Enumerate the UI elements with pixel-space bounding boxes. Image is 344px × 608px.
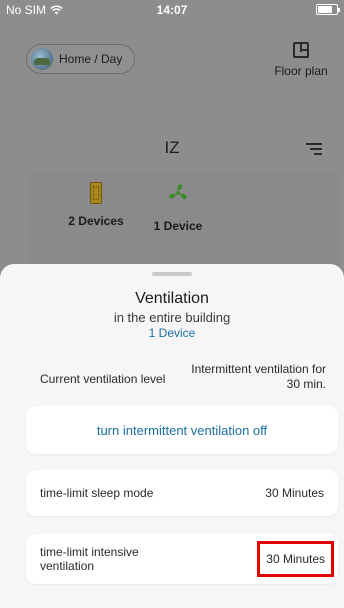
sheet-device-count[interactable]: 1 Device [0,326,344,340]
clock: 14:07 [156,3,188,17]
sheet-title: Ventilation [135,290,209,307]
current-level-label: Current ventilation level [40,372,166,386]
intensive-ventilation-value[interactable]: 30 Minutes [257,541,334,577]
status-bar: No SIM 14:07 [0,0,344,20]
intensive-ventilation-time-limit-row[interactable]: time-limit intensive ventilation 30 Minu… [26,534,338,584]
intensive-ventilation-value-text: 30 Minutes [266,552,325,566]
sheet-subtitle: in the entire building [113,310,231,325]
sheet-grabber[interactable] [152,272,192,276]
device-group-fan[interactable]: 1 Device [138,170,218,233]
room-title: IZ [164,138,180,157]
sleep-mode-value: 30 Minutes [265,486,324,500]
turn-off-intermittent-button[interactable]: turn intermittent ventilation off [26,406,338,454]
device-group-label: 1 Device [153,219,203,233]
floor-plan-label: Floor plan [274,64,328,78]
home-globe-icon [31,48,53,70]
current-level-value: Intermittent ventilation for 30 min. [191,362,326,391]
sleep-mode-label: time-limit sleep mode [40,486,154,500]
home-mode-label: Home / Day [59,52,123,66]
floor-plan-icon [293,42,309,58]
device-group-label: 2 Devices [68,214,124,228]
device-group-door[interactable]: 2 Devices [56,170,136,228]
ventilation-bottom-sheet: Ventilation in the entire building 1 Dev… [0,264,344,608]
battery-icon [316,4,340,15]
filter-icon[interactable] [306,143,322,155]
door-icon [90,182,102,204]
sleep-mode-time-limit-row[interactable]: time-limit sleep mode 30 Minutes [26,470,338,516]
floor-plan-button[interactable]: Floor plan [266,42,336,78]
turn-off-intermittent-label: turn intermittent ventilation off [96,422,268,438]
home-mode-chip[interactable]: Home / Day [26,44,136,74]
fan-icon [169,184,187,200]
intensive-ventilation-label: time-limit intensive ventilation [40,545,139,573]
